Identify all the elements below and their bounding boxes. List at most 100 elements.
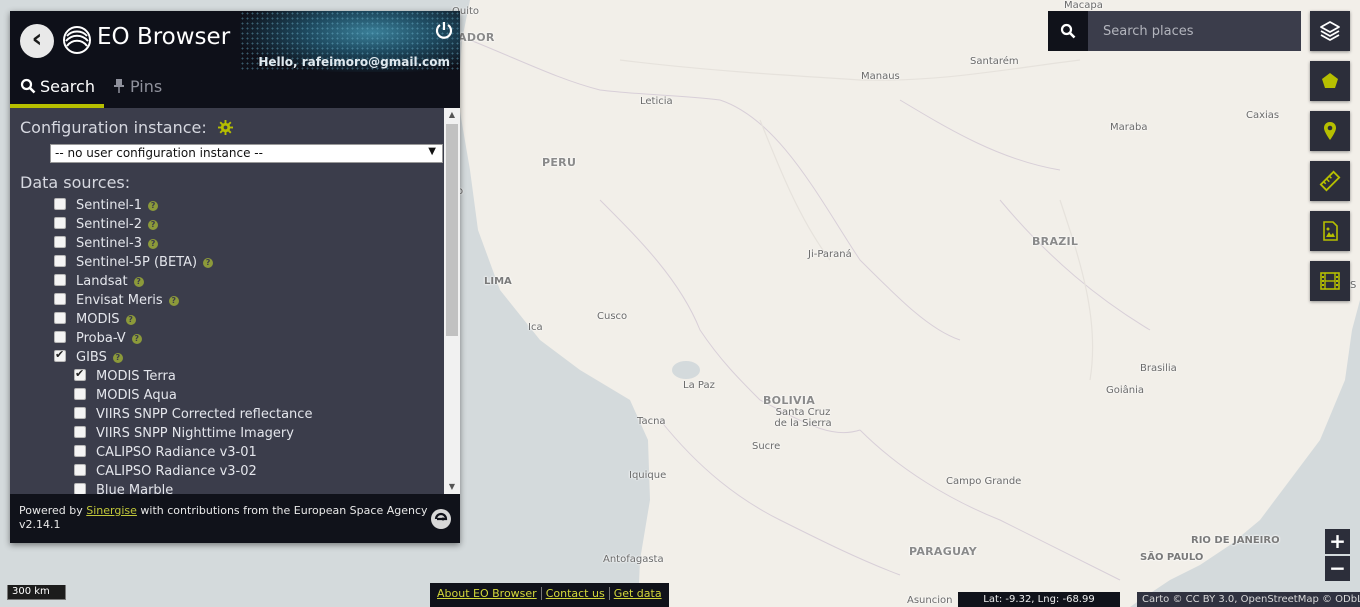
powered-by-line: Powered by Sinergise with contributions … xyxy=(19,504,451,518)
data-source-item[interactable]: Sentinel-5P (BETA)? xyxy=(54,255,214,274)
checkbox[interactable] xyxy=(54,348,66,362)
scroll-down-arrow-icon[interactable]: ▼ xyxy=(444,480,460,494)
data-source-item[interactable]: GIBS? xyxy=(54,348,123,369)
configuration-selected-value: -- no user configuration instance -- xyxy=(55,146,263,160)
checkbox[interactable] xyxy=(74,426,86,438)
data-source-subitem[interactable]: VIIRS SNPP Corrected reflectance xyxy=(74,407,312,426)
panel-tabs: Search Pins xyxy=(10,72,460,108)
data-source-item[interactable]: MODIS? xyxy=(54,312,136,331)
help-icon[interactable]: ? xyxy=(125,315,136,325)
timelapse-button[interactable] xyxy=(1310,261,1350,301)
search-icon xyxy=(20,78,36,94)
panel-body: Configuration instance: -- no user confi… xyxy=(10,108,460,494)
scrollbar-thumb[interactable] xyxy=(446,124,458,336)
dropdown-arrow-icon: ▼ xyxy=(428,146,436,157)
data-source-item[interactable]: Sentinel-3? xyxy=(54,236,159,255)
image-download-button[interactable] xyxy=(1310,211,1350,251)
data-source-item[interactable]: Landsat? xyxy=(54,274,144,293)
checkbox[interactable] xyxy=(74,464,86,476)
help-icon[interactable]: ? xyxy=(148,239,159,249)
place-label: Maraba xyxy=(1110,122,1148,133)
ruler-icon xyxy=(1319,170,1341,192)
data-source-subitem[interactable]: Blue Marble xyxy=(74,483,173,494)
measure-button[interactable] xyxy=(1310,161,1350,201)
get-data-link[interactable]: Get data xyxy=(608,587,666,600)
checkbox[interactable] xyxy=(74,483,86,494)
data-source-subitem[interactable]: VIIRS SNPP Nighttime Imagery xyxy=(74,426,294,445)
search-places-button[interactable] xyxy=(1048,11,1088,51)
tab-search-label: Search xyxy=(40,77,95,96)
help-icon[interactable]: ? xyxy=(168,296,179,306)
user-greeting: Hello, rafeimoro@gmail.com xyxy=(258,55,450,69)
place-label: Ji-Paraná xyxy=(808,249,852,260)
panel-scrollbar[interactable]: ▲ ▼ xyxy=(444,108,460,494)
search-places-input[interactable] xyxy=(1088,11,1301,51)
checkbox[interactable] xyxy=(54,312,66,324)
checkbox[interactable] xyxy=(74,388,86,400)
configuration-instance-select[interactable]: -- no user configuration instance -- ▼ xyxy=(50,144,443,163)
zoom-out-button[interactable]: − xyxy=(1325,556,1350,581)
draw-polygon-button[interactable] xyxy=(1310,61,1350,101)
checkbox[interactable] xyxy=(54,236,66,248)
checkbox[interactable] xyxy=(54,293,66,305)
place-label: Tacna xyxy=(637,416,666,427)
place-label: Ica xyxy=(528,322,543,333)
help-icon[interactable]: ? xyxy=(203,258,214,268)
place-label: Leticia xyxy=(640,96,673,107)
help-icon[interactable]: ? xyxy=(148,201,159,211)
data-source-label: Blue Marble xyxy=(96,483,174,494)
data-source-label: Sentinel-2 xyxy=(76,217,143,232)
place-label: Iquique xyxy=(629,470,667,481)
checkbox[interactable] xyxy=(54,331,66,343)
logout-power-icon[interactable] xyxy=(434,20,454,40)
checkbox[interactable] xyxy=(54,217,66,229)
place-label: La Paz xyxy=(683,380,715,391)
search-icon xyxy=(1060,23,1076,39)
checkbox[interactable] xyxy=(54,198,66,210)
data-source-subitem[interactable]: MODIS Aqua xyxy=(74,388,177,407)
data-source-label: Landsat xyxy=(76,274,128,289)
layers-icon xyxy=(1320,21,1340,41)
help-icon[interactable]: ? xyxy=(112,353,123,363)
sinergise-link[interactable]: Sinergise xyxy=(86,504,137,517)
location-pin-button[interactable] xyxy=(1310,111,1350,151)
data-source-item[interactable]: Sentinel-2? xyxy=(54,217,159,236)
checkbox[interactable] xyxy=(74,367,86,381)
place-label: Asuncion xyxy=(907,595,953,606)
data-source-item[interactable]: Envisat Meris? xyxy=(54,293,179,312)
place-label: S xyxy=(1350,280,1357,291)
checkbox[interactable] xyxy=(54,255,66,267)
checkbox[interactable] xyxy=(54,274,66,286)
tab-pins[interactable]: Pins xyxy=(112,72,162,108)
country-label: BRAZIL xyxy=(1032,235,1079,248)
contact-link[interactable]: Contact us xyxy=(540,587,609,600)
checkbox[interactable] xyxy=(74,407,86,419)
tab-pins-label: Pins xyxy=(130,77,163,96)
collapse-panel-button[interactable]: ‹ xyxy=(20,24,54,58)
help-icon[interactable]: ? xyxy=(131,334,142,344)
version-text: v2.14.1 xyxy=(19,518,61,531)
help-icon[interactable]: ? xyxy=(133,277,144,287)
country-label: PERU xyxy=(542,156,577,169)
zoom-in-button[interactable]: + xyxy=(1325,529,1350,554)
data-source-item[interactable]: Sentinel-1? xyxy=(54,198,159,217)
data-source-subitem[interactable]: CALIPSO Radiance v3-01 xyxy=(74,445,257,464)
configuration-title-label: Configuration instance: xyxy=(20,118,207,137)
layers-button[interactable] xyxy=(1310,11,1350,51)
data-source-subitem[interactable]: MODIS Terra xyxy=(74,367,176,388)
tab-search[interactable]: Search xyxy=(10,72,104,108)
data-source-label: Sentinel-3 xyxy=(76,236,143,251)
eo-browser-logo-icon xyxy=(63,26,91,54)
data-source-subitem[interactable]: CALIPSO Radiance v3-02 xyxy=(74,464,257,483)
data-source-label: VIIRS SNPP Corrected reflectance xyxy=(96,407,313,422)
data-source-label: CALIPSO Radiance v3-01 xyxy=(96,445,257,460)
data-source-label: Proba-V xyxy=(76,331,126,346)
about-link[interactable]: About EO Browser xyxy=(433,587,541,600)
help-icon[interactable]: ? xyxy=(148,220,159,230)
scroll-up-arrow-icon[interactable]: ▲ xyxy=(444,108,460,122)
gear-icon[interactable] xyxy=(217,120,233,135)
panel-header: ‹ EO Browser Hello, rafeimoro@gmail.com xyxy=(10,11,460,72)
data-source-item[interactable]: Proba-V? xyxy=(54,331,142,350)
checkbox[interactable] xyxy=(74,445,86,457)
data-source-label: GIBS xyxy=(76,350,107,365)
